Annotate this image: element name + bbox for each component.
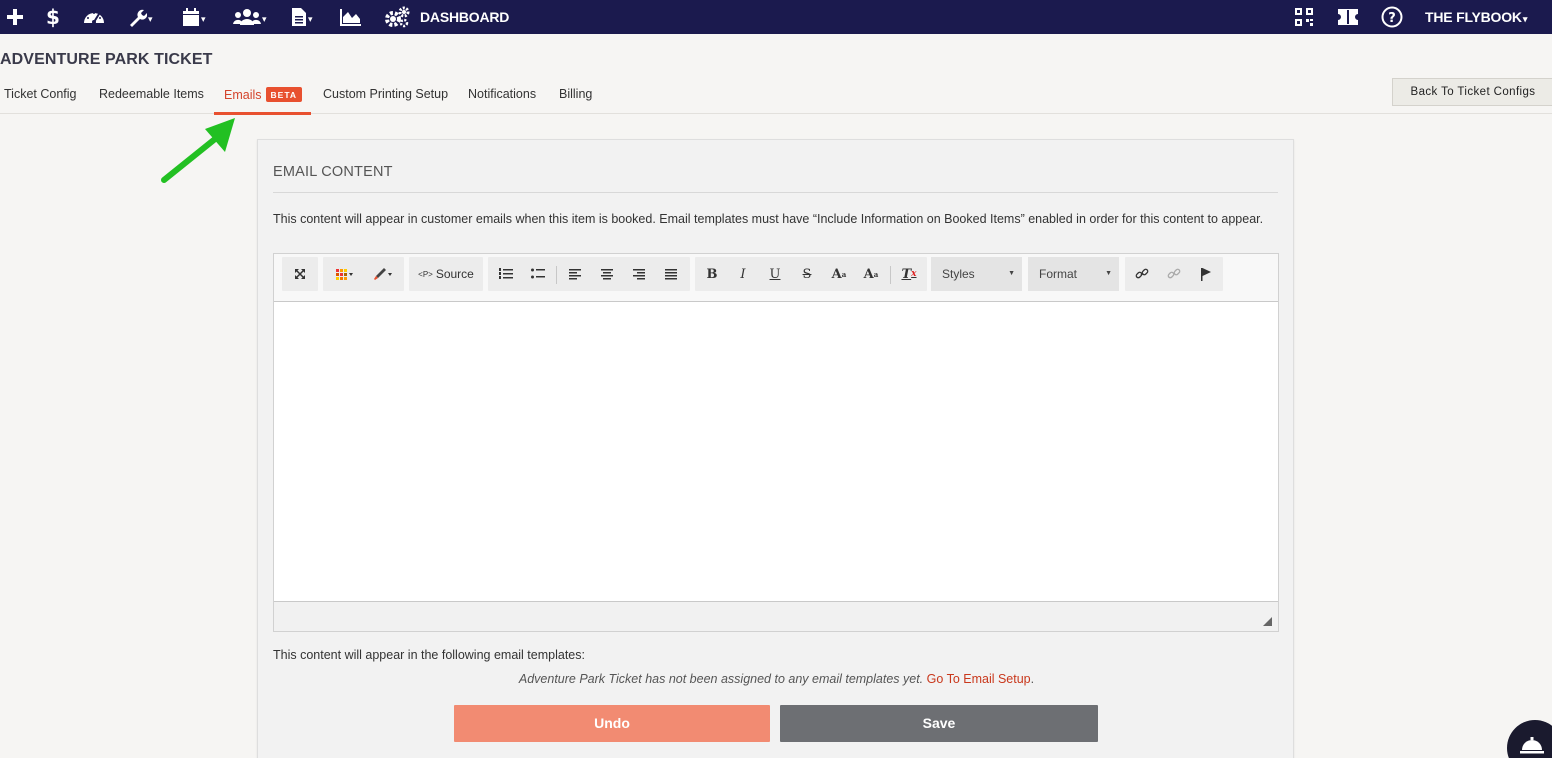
go-to-email-setup-link[interactable]: Go To Email Setup (927, 672, 1031, 686)
annotation-arrow-icon (161, 118, 235, 183)
format-dropdown[interactable]: Format ▼ (1028, 257, 1119, 291)
area-chart-icon[interactable] (340, 0, 362, 34)
not-assigned-text: Adventure Park Ticket has not been assig… (518, 672, 924, 686)
toolbar-separator (890, 266, 891, 284)
tab-emails-label: Emails (224, 88, 262, 102)
text-color-icon[interactable] (327, 257, 363, 291)
remove-format-icon[interactable]: Tx (894, 257, 924, 291)
resize-handle-icon[interactable] (1263, 617, 1272, 626)
italic-icon[interactable]: I (728, 257, 758, 291)
tab-emails[interactable]: Emails BETA (224, 87, 303, 102)
numbered-list-icon[interactable] (492, 257, 520, 291)
ticket-icon[interactable] (1335, 0, 1361, 34)
underline-icon[interactable]: U (760, 257, 790, 291)
rich-text-editor: <P> Source B I U S A a A a T x Styles ▼ … (273, 253, 1279, 632)
strikethrough-icon[interactable]: S (792, 257, 822, 291)
top-navbar: $ ▾ ▾ ▾ ▾ DASHBOARD ? THE FLYBOOK▾ (0, 0, 1552, 34)
align-justify-icon[interactable] (656, 257, 686, 291)
templates-label: This content will appear in the followin… (273, 648, 585, 662)
chevron-down-icon: ▼ (1008, 270, 1015, 277)
tab-billing[interactable]: Billing (559, 87, 592, 101)
bold-icon[interactable]: B (697, 257, 727, 291)
help-icon[interactable]: ? (1381, 0, 1403, 34)
align-left-icon[interactable] (560, 257, 590, 291)
back-to-ticket-configs-button[interactable]: Back To Ticket Configs (1392, 78, 1552, 106)
calendar-icon[interactable]: ▾ (182, 0, 206, 34)
align-right-icon[interactable] (624, 257, 654, 291)
source-button[interactable]: <P> Source (409, 257, 483, 291)
toolbar-group-view (282, 257, 318, 291)
format-label: Format (1039, 267, 1078, 281)
tab-ticket-config[interactable]: Ticket Config (4, 87, 76, 101)
chevron-down-icon: ▾ (1522, 14, 1528, 24)
link-icon[interactable] (1127, 257, 1157, 291)
plus-icon[interactable] (6, 0, 24, 34)
divider (273, 192, 1278, 193)
source-label: Source (435, 267, 474, 281)
support-chat-button[interactable] (1507, 720, 1552, 758)
tab-custom-printing-setup[interactable]: Custom Printing Setup (323, 87, 448, 101)
superscript-icon[interactable]: Aa (856, 257, 886, 291)
anchor-flag-icon[interactable] (1191, 257, 1221, 291)
tab-notifications[interactable]: Notifications (468, 87, 536, 101)
gears-icon[interactable] (384, 0, 410, 34)
tab-bar: Ticket Config Redeemable Items Emails BET… (0, 80, 1552, 115)
toolbar-group-basicstyles: B I U S Aa Aa Tx (695, 257, 927, 291)
dashboard-link[interactable]: DASHBOARD (420, 0, 509, 34)
panel-title: EMAIL CONTENT (273, 164, 393, 180)
editor-toolbar: <P> Source B I U S A a A a T x Styles ▼ … (274, 254, 1278, 302)
toolbar-group-colors (323, 257, 404, 291)
chevron-down-icon: ▼ (1105, 270, 1112, 277)
dollar-icon[interactable]: $ (46, 0, 60, 34)
page-title: ADVENTURE PARK TICKET (0, 51, 213, 68)
toolbar-group-source: <P> Source (409, 257, 483, 291)
document-icon[interactable]: ▾ (291, 0, 313, 34)
qr-code-icon[interactable] (1294, 0, 1314, 34)
toolbar-group-paragraph (488, 257, 690, 291)
maximize-icon[interactable] (282, 257, 318, 291)
service-bell-icon (1520, 737, 1544, 754)
wrench-icon[interactable]: ▾ (127, 0, 153, 34)
account-menu[interactable]: THE FLYBOOK▾ (1425, 0, 1527, 34)
styles-label: Styles (942, 267, 975, 281)
subscript-icon[interactable]: Aa (824, 257, 854, 291)
code-icon: <P> (418, 269, 433, 279)
users-icon[interactable]: ▾ (233, 0, 267, 34)
editor-content-area[interactable] (274, 302, 1278, 601)
unlink-icon[interactable] (1159, 257, 1189, 291)
toolbar-group-links (1125, 257, 1223, 291)
paintbrush-icon[interactable] (365, 257, 401, 291)
panel-description: This content will appear in customer ema… (273, 212, 1264, 226)
align-center-icon[interactable] (592, 257, 622, 291)
account-label: THE FLYBOOK (1425, 9, 1522, 25)
undo-button[interactable]: Undo (454, 705, 770, 742)
email-content-panel: EMAIL CONTENT This content will appear i… (257, 139, 1294, 758)
toolbar-separator (556, 266, 557, 284)
svg-text:?: ? (1388, 11, 1396, 26)
bulleted-list-icon[interactable] (524, 257, 552, 291)
message-period: . (1030, 672, 1035, 686)
styles-dropdown[interactable]: Styles ▼ (931, 257, 1022, 291)
speedometer-icon[interactable] (82, 0, 106, 34)
tab-redeemable-items[interactable]: Redeemable Items (99, 87, 204, 101)
save-button[interactable]: Save (780, 705, 1098, 742)
editor-footer (274, 601, 1278, 631)
beta-badge: BETA (265, 87, 303, 102)
not-assigned-message: Adventure Park Ticket has not been assig… (258, 672, 1295, 686)
